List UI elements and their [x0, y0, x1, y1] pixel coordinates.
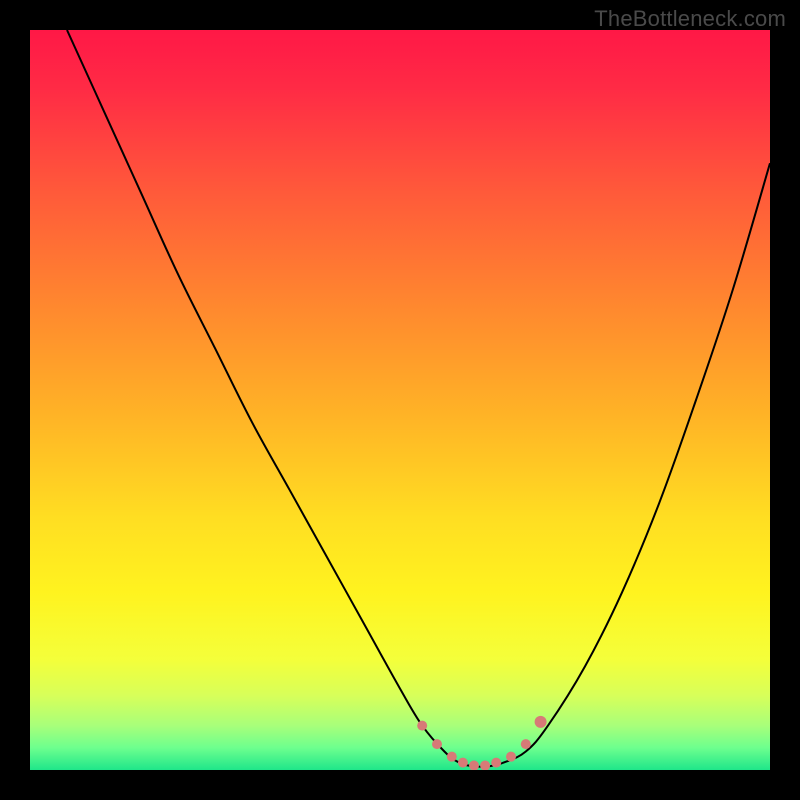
- gradient-background: [30, 30, 770, 770]
- watermark-text: TheBottleneck.com: [594, 6, 786, 32]
- highlight-marker: [458, 758, 468, 768]
- highlight-marker: [447, 752, 457, 762]
- highlight-marker: [535, 716, 547, 728]
- highlight-marker: [521, 739, 531, 749]
- chart-frame: TheBottleneck.com: [0, 0, 800, 800]
- highlight-marker: [506, 752, 516, 762]
- highlight-marker: [417, 721, 427, 731]
- highlight-marker: [491, 758, 501, 768]
- bottleneck-chart: [30, 30, 770, 770]
- highlight-marker: [432, 739, 442, 749]
- plot-area: [30, 30, 770, 770]
